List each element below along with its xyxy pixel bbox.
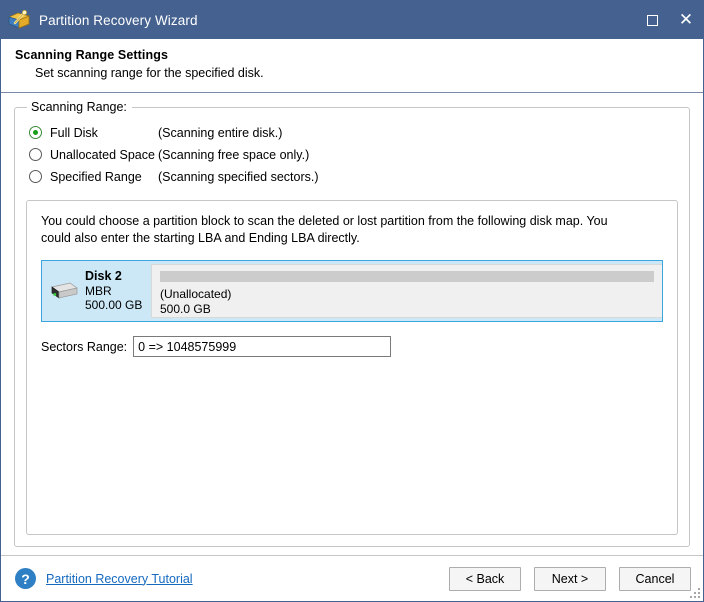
sectors-range-input[interactable] — [133, 336, 392, 357]
close-button[interactable]: ✕ — [669, 1, 703, 39]
disk-map-description: You could choose a partition block to sc… — [41, 214, 608, 245]
partition-recovery-tutorial-link[interactable]: Partition Recovery Tutorial — [46, 572, 193, 586]
maximize-icon — [646, 14, 658, 26]
disk-map-row[interactable]: Disk 2 MBR 500.00 GB (Unallocated) 500.0… — [41, 260, 663, 322]
page-body: Scanning Range: Full Disk (Scanning enti… — [1, 93, 703, 555]
partition-label: (Unallocated) — [160, 287, 232, 301]
radio-full-disk-indicator — [29, 126, 42, 139]
sectors-range-label: Sectors Range: — [41, 339, 128, 354]
cancel-button[interactable]: Cancel — [619, 566, 691, 591]
scanning-range-groupbox: Scanning Range: Full Disk (Scanning enti… — [14, 100, 690, 547]
radio-unallocated-space-hint: (Scanning free space only.) — [158, 147, 310, 162]
groupbox-legend: Scanning Range: — [27, 100, 132, 114]
window-controls: ✕ — [635, 1, 703, 39]
radio-full-disk-hint: (Scanning entire disk.) — [158, 125, 283, 140]
partition-size: 500.0 GB — [160, 302, 211, 316]
disk-text: Disk 2 MBR 500.00 GB — [85, 269, 142, 313]
radio-unallocated-space-label: Unallocated Space — [50, 147, 155, 162]
close-icon: ✕ — [678, 9, 694, 30]
radio-unallocated-space[interactable]: Unallocated Space (Scanning free space o… — [29, 144, 689, 165]
wizard-wand-icon — [8, 9, 30, 31]
back-button[interactable]: < Back — [449, 566, 521, 591]
maximize-button[interactable] — [635, 1, 669, 39]
next-button[interactable]: Next > — [534, 566, 606, 591]
radio-full-disk-label: Full Disk — [50, 125, 98, 140]
sectors-range-row: Sectors Range: — [41, 336, 663, 357]
scanning-range-radio-group: Full Disk (Scanning entire disk.) Unallo… — [15, 108, 689, 187]
radio-specified-range-label: Specified Range — [50, 169, 142, 184]
radio-unallocated-space-indicator — [29, 148, 42, 161]
window-title: Partition Recovery Wizard — [39, 12, 198, 28]
partition-usage-bar — [160, 271, 654, 282]
hard-disk-icon — [48, 280, 78, 302]
disk-map-panel: You could choose a partition block to sc… — [26, 200, 678, 535]
resize-grip-icon[interactable] — [690, 588, 700, 598]
page-subtitle: Set scanning range for the specified dis… — [35, 66, 264, 80]
radio-specified-range-indicator — [29, 170, 42, 183]
page-header: Scanning Range Settings Set scanning ran… — [1, 39, 703, 93]
disk-name: Disk 2 — [85, 269, 122, 284]
footer-bar: ? Partition Recovery Tutorial < Back Nex… — [1, 555, 703, 601]
disk-scheme: MBR — [85, 283, 112, 298]
question-mark-icon: ? — [15, 568, 36, 589]
footer-buttons: < Back Next > Cancel — [449, 566, 691, 591]
disk-capacity: 500.00 GB — [85, 298, 143, 313]
radio-specified-range[interactable]: Specified Range (Scanning specified sect… — [29, 166, 689, 187]
title-bar: Partition Recovery Wizard ✕ — [1, 1, 703, 39]
partition-recovery-wizard-window: Partition Recovery Wizard ✕ Scanning Ran… — [0, 0, 704, 602]
disk-info: Disk 2 MBR 500.00 GB — [42, 261, 151, 321]
radio-full-disk[interactable]: Full Disk (Scanning entire disk.) — [29, 122, 689, 143]
partition-block-unallocated[interactable]: (Unallocated) 500.0 GB — [151, 264, 662, 318]
page-title: Scanning Range Settings — [15, 48, 169, 62]
radio-specified-range-hint: (Scanning specified sectors.) — [158, 169, 319, 184]
